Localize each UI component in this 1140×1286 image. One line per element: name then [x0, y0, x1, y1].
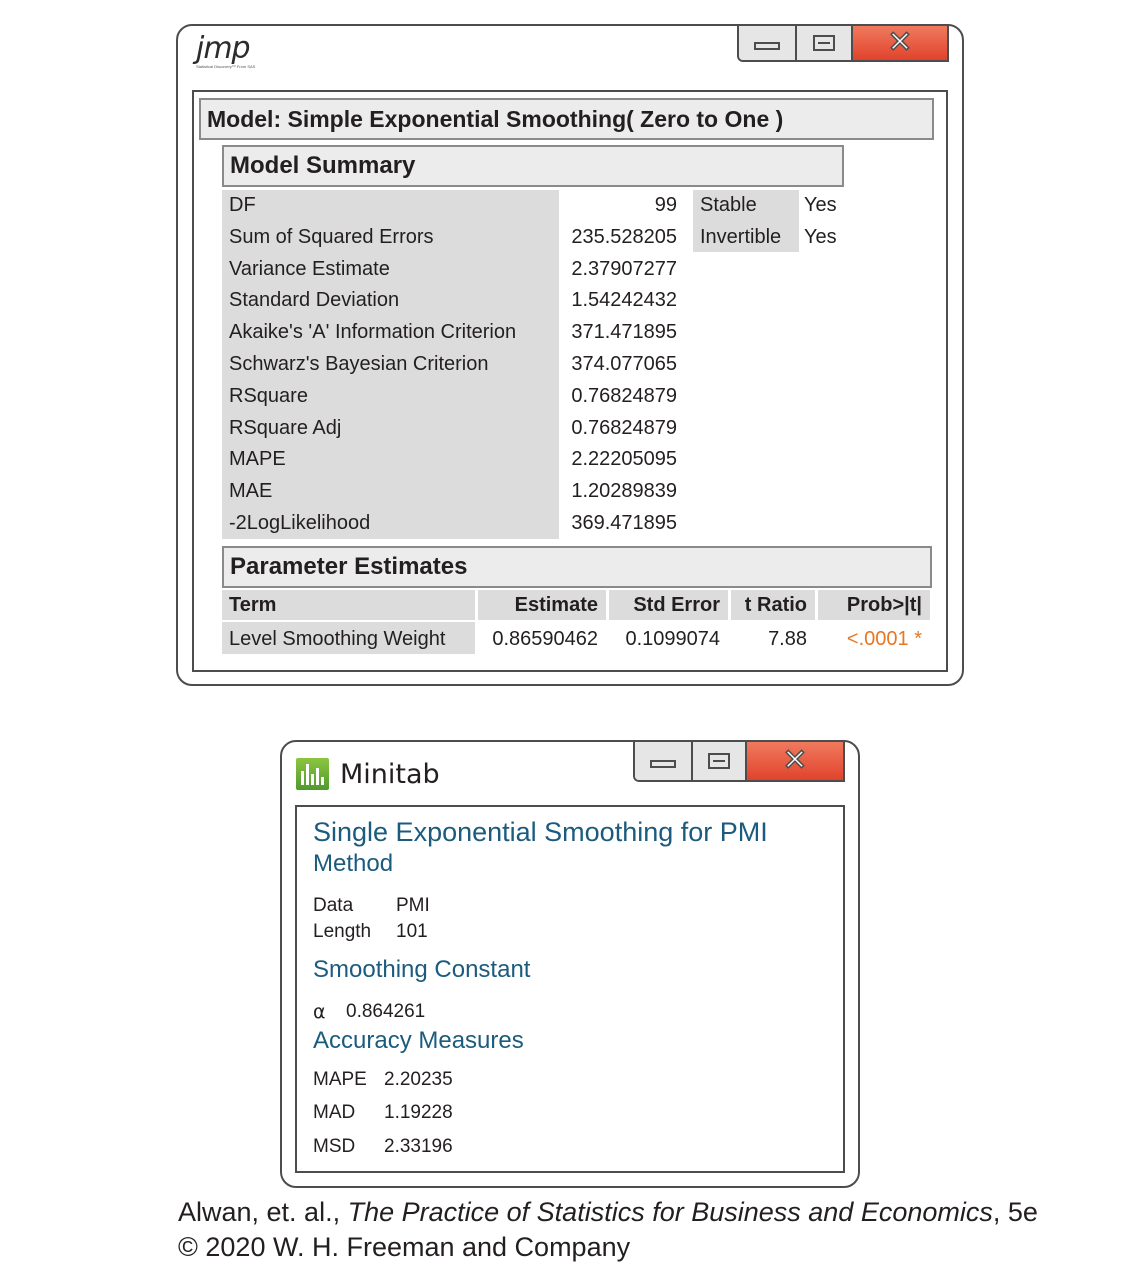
summary-row-value: 369.471895 — [571, 512, 677, 534]
minitab-app-name: Minitab — [340, 759, 440, 790]
summary-side-label: Stable — [700, 194, 757, 216]
minitab-window-controls: ✕ — [633, 740, 845, 782]
minimize-icon — [754, 42, 780, 50]
model-title-bar[interactable]: Model: Simple Exponential Smoothing( Zer… — [199, 98, 934, 140]
model-title: Model: Simple Exponential Smoothing( Zer… — [207, 105, 784, 132]
copyright-line: © 2020 W. H. Freeman and Company — [178, 1232, 631, 1262]
method-data-label: Data — [313, 895, 354, 916]
summary-row-label: -2LogLikelihood — [229, 512, 371, 534]
summary-row-label: Akaike's 'A' Information Criterion — [229, 321, 517, 343]
maximize-icon — [708, 753, 730, 769]
parameter-estimates-heading: Parameter Estimates — [230, 553, 468, 580]
method-heading: Method — [313, 850, 394, 877]
param-t-ratio: 7.88 — [768, 628, 807, 650]
citation-prefix: Alwan, et. al., — [178, 1197, 348, 1227]
close-button[interactable]: ✕ — [853, 26, 947, 60]
summary-side-label: Invertible — [700, 226, 782, 248]
accuracy-mape-value: 2.20235 — [384, 1069, 453, 1090]
maximize-button[interactable] — [797, 26, 853, 60]
method-data-value: PMI — [396, 895, 430, 916]
smoothing-heading: Smoothing Constant — [313, 956, 531, 983]
accuracy-mad-label: MAD — [313, 1102, 356, 1123]
jmp-logo: jmp Statistical Discovery™ From SAS — [196, 34, 260, 80]
accuracy-msd-label: MSD — [313, 1136, 356, 1157]
bar-chart-icon — [301, 764, 324, 785]
summary-row-value: 0.76824879 — [571, 385, 677, 407]
jmp-logo-text: jmp — [196, 31, 251, 66]
minimize-button[interactable] — [739, 26, 797, 60]
close-icon: ✕ — [782, 743, 809, 778]
col-header-std-error: Std Error — [609, 590, 728, 620]
summary-row-value: 99 — [654, 194, 677, 216]
jmp-window-controls: ✕ — [737, 24, 949, 62]
col-header-prob: Prob>|t| — [818, 590, 930, 620]
maximize-button[interactable] — [693, 742, 747, 780]
model-summary-header[interactable]: Model Summary — [222, 145, 844, 187]
summary-row-value: 2.37907277 — [571, 258, 677, 280]
summary-row-label: RSquare — [229, 385, 308, 407]
summary-row-label: Schwarz's Bayesian Criterion — [229, 353, 489, 375]
param-estimate: 0.86590462 — [492, 628, 598, 650]
col-header-t-ratio: t Ratio — [731, 590, 815, 620]
col-header-estimate: Estimate — [478, 590, 606, 620]
summary-row-value: 235.528205 — [571, 226, 677, 248]
param-std-error: 0.1099074 — [625, 628, 720, 650]
summary-row-label: DF — [229, 194, 256, 216]
summary-row-label: MAPE — [229, 448, 286, 470]
param-prob: <.0001 * — [846, 628, 922, 650]
maximize-icon — [813, 35, 835, 51]
summary-row-label: Variance Estimate — [229, 258, 390, 280]
summary-row-label: RSquare Adj — [229, 417, 342, 439]
minimize-icon — [650, 760, 676, 768]
minitab-title: Single Exponential Smoothing for PMI — [313, 817, 768, 847]
accuracy-heading: Accuracy Measures — [313, 1027, 524, 1054]
citation-book-title: The Practice of Statistics for Business … — [347, 1197, 993, 1227]
jmp-logo-tagline: Statistical Discovery™ From SAS — [196, 64, 256, 69]
method-length-value: 101 — [396, 921, 428, 942]
summary-side-value: Yes — [804, 194, 837, 216]
model-summary-heading: Model Summary — [230, 152, 416, 179]
citation-suffix: , 5e — [992, 1197, 1038, 1227]
accuracy-msd-value: 2.33196 — [384, 1136, 453, 1157]
summary-row-value: 374.077065 — [571, 353, 677, 375]
summary-row-label: Standard Deviation — [229, 289, 400, 311]
accuracy-mape-label: MAPE — [313, 1069, 367, 1090]
summary-row-label: Sum of Squared Errors — [229, 226, 434, 248]
summary-row-value: 2.22205095 — [571, 448, 677, 470]
col-header-term: Term — [222, 590, 475, 620]
close-icon: ✕ — [887, 25, 914, 60]
param-term: Level Smoothing Weight — [229, 628, 446, 650]
summary-row-value: 1.20289839 — [571, 480, 677, 502]
summary-row-value: 1.54242432 — [571, 289, 677, 311]
summary-row-label: MAE — [229, 480, 273, 502]
close-button[interactable]: ✕ — [747, 742, 843, 780]
parameter-estimates-header[interactable]: Parameter Estimates — [222, 546, 932, 588]
accuracy-mad-value: 1.19228 — [384, 1102, 453, 1123]
citation-line: Alwan, et. al., The Practice of Statisti… — [178, 1195, 1038, 1229]
summary-row-value: 0.76824879 — [571, 417, 677, 439]
alpha-label: α — [313, 1001, 326, 1023]
summary-row-value: 371.471895 — [571, 321, 677, 343]
minimize-button[interactable] — [635, 742, 693, 780]
minitab-logo-icon — [296, 758, 329, 790]
method-length-label: Length — [313, 921, 372, 942]
alpha-value: 0.864261 — [346, 1001, 426, 1022]
summary-side-value: Yes — [804, 226, 837, 248]
